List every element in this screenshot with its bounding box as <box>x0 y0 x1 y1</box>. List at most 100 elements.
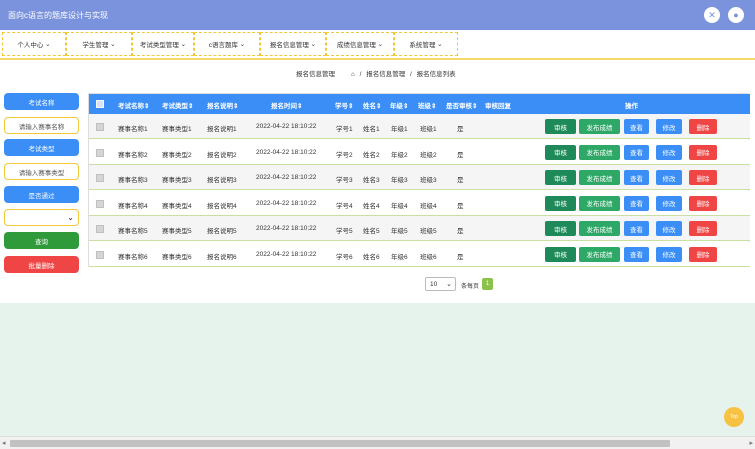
delete-button[interactable]: 删除 <box>689 119 717 134</box>
delete-button[interactable]: 删除 <box>689 170 717 185</box>
table-row: 赛事名称6 赛事类型6 报名说明6 2022-04-22 18:10:22 学号6 姓名6… <box>89 241 750 267</box>
nav-item-registration-management[interactable]: 报名信息管理 ⌄ <box>260 32 326 56</box>
review-button[interactable]: 审核 <box>545 119 576 134</box>
cell-exam-type: 赛事类型5 <box>162 228 192 235</box>
col-reviewed[interactable]: 是否审核⇕ <box>446 100 477 110</box>
nav-item-system-management[interactable]: 系统管理 ⌄ <box>394 32 458 56</box>
select-all-checkbox[interactable] <box>96 100 104 108</box>
exam-type-input[interactable]: 请输入赛事类型 <box>4 163 79 180</box>
cell-reviewed: 是 <box>457 228 464 235</box>
col-class[interactable]: 班级⇕ <box>418 100 436 110</box>
review-button[interactable]: 审核 <box>545 221 576 236</box>
nav-item-student-management[interactable]: 学生管理 ⌄ <box>66 32 132 56</box>
scroll-left-icon[interactable]: ◂ <box>2 439 6 447</box>
delete-button[interactable]: 删除 <box>689 246 717 262</box>
col-student-name[interactable]: 姓名⇕ <box>363 100 381 110</box>
chevron-down-icon: ⌄ <box>446 281 452 288</box>
row-checkbox[interactable] <box>96 123 104 131</box>
row-checkbox[interactable] <box>96 148 104 157</box>
review-button[interactable]: 审核 <box>545 246 576 262</box>
col-exam-name[interactable]: 考试名称⇕ <box>118 100 149 110</box>
chevron-down-icon: ⌄ <box>67 213 74 222</box>
cell-exam-name: 赛事名称5 <box>118 228 148 235</box>
cell-reviewed: 是 <box>457 202 464 210</box>
delete-button[interactable]: 删除 <box>689 144 717 160</box>
view-button[interactable]: 查看 <box>624 119 649 134</box>
publish-score-button[interactable]: 发布成绩 <box>579 170 620 185</box>
page-size-label: 条每页 <box>461 284 480 290</box>
cell-exam-type: 赛事类型4 <box>162 202 192 210</box>
publish-score-button[interactable]: 发布成绩 <box>579 246 620 262</box>
delete-button[interactable]: 删除 <box>689 221 717 236</box>
pass-status-select[interactable]: ⌄ <box>4 209 79 226</box>
nav-item-score-management[interactable]: 成绩信息管理 ⌄ <box>326 32 394 56</box>
batch-delete-button[interactable]: 批量删除 <box>4 256 79 273</box>
cell-grade: 年级4 <box>391 202 408 210</box>
col-reg-desc[interactable]: 报名说明⇕ <box>207 100 238 110</box>
query-button[interactable]: 查询 <box>4 232 79 249</box>
nav-item-exam-type-management[interactable]: 考试类型管理 ⌄ <box>132 32 194 56</box>
edit-button[interactable]: 修改 <box>656 246 682 262</box>
edit-button[interactable]: 修改 <box>656 195 682 211</box>
cell-student-name: 姓名4 <box>363 202 380 210</box>
col-review-reply: 审核回复 <box>485 103 511 110</box>
view-button[interactable]: 查看 <box>624 170 649 185</box>
breadcrumb: 报名信息管理 ⌂ / 报名信息管理 / 报名信息列表 <box>296 71 456 78</box>
horizontal-scrollbar[interactable]: ◂ ▸ <box>0 436 755 449</box>
col-grade[interactable]: 年级⇕ <box>390 100 408 110</box>
cell-exam-name: 赛事名称6 <box>118 253 148 261</box>
edit-button[interactable]: 修改 <box>656 119 682 134</box>
cell-reg-desc: 报名说明3 <box>207 177 237 184</box>
row-checkbox[interactable] <box>96 174 104 182</box>
nav-item-personal-center[interactable]: 个人中心 ⌄ <box>2 32 66 56</box>
view-button[interactable]: 查看 <box>624 246 649 262</box>
cell-student-name: 姓名5 <box>363 228 380 235</box>
table-row: 赛事名称1 赛事类型1 报名说明1 2022-04-22 18:10:22 学号1 姓名1… <box>89 114 750 139</box>
cell-grade: 年级2 <box>391 151 408 159</box>
col-reg-time[interactable]: 报名时间⇕ <box>271 100 302 110</box>
col-student-id[interactable]: 学号⇕ <box>335 100 353 110</box>
current-page-button[interactable]: 1 <box>482 278 493 290</box>
breadcrumb-title: 报名信息管理 <box>296 71 335 78</box>
publish-score-button[interactable]: 发布成绩 <box>579 119 620 134</box>
cell-reg-time: 2022-04-22 18:10:22 <box>256 199 317 207</box>
row-checkbox[interactable] <box>96 225 104 233</box>
table-row: 赛事名称5 赛事类型5 报名说明5 2022-04-22 18:10:22 学号5 姓名5… <box>89 216 750 241</box>
edit-button[interactable]: 修改 <box>656 170 682 185</box>
delete-button[interactable]: 删除 <box>689 195 717 211</box>
back-to-top-button[interactable]: Top <box>724 407 744 427</box>
review-button[interactable]: 审核 <box>545 195 576 211</box>
publish-score-button[interactable]: 发布成绩 <box>579 221 620 236</box>
publish-score-button[interactable]: 发布成绩 <box>579 195 620 211</box>
cell-reg-desc: 报名说明4 <box>207 202 237 210</box>
review-button[interactable]: 审核 <box>545 170 576 185</box>
cell-reg-desc: 报名说明1 <box>207 126 237 133</box>
breadcrumb-level-1[interactable]: 报名信息管理 <box>366 71 405 78</box>
row-checkbox[interactable] <box>96 250 104 259</box>
row-checkbox[interactable] <box>96 199 104 208</box>
exam-name-input[interactable]: 请输入赛事名称 <box>4 117 79 134</box>
col-exam-type[interactable]: 考试类型⇕ <box>162 100 193 110</box>
view-button[interactable]: 查看 <box>624 221 649 236</box>
publish-score-button[interactable]: 发布成绩 <box>579 144 620 160</box>
cell-exam-type: 赛事类型2 <box>162 151 192 159</box>
cell-reviewed: 是 <box>457 126 464 133</box>
cell-grade: 年级5 <box>391 228 408 235</box>
cell-student-name: 姓名2 <box>363 151 380 159</box>
nav-item-c-question-bank[interactable]: c语言题库 ⌄ <box>194 32 260 56</box>
cell-reg-desc: 报名说明2 <box>207 151 237 159</box>
cell-student-id: 学号1 <box>336 126 353 133</box>
close-circle-icon[interactable]: ✕ <box>704 7 720 23</box>
review-button[interactable]: 审核 <box>545 144 576 160</box>
scrollbar-thumb[interactable] <box>10 440 670 447</box>
view-button[interactable]: 查看 <box>624 195 649 211</box>
cell-reg-time: 2022-04-22 18:10:22 <box>256 123 317 130</box>
edit-button[interactable]: 修改 <box>656 221 682 236</box>
scroll-right-icon[interactable]: ▸ <box>749 439 753 447</box>
user-avatar-icon[interactable]: ● <box>728 7 744 23</box>
view-button[interactable]: 查看 <box>624 144 649 160</box>
home-icon[interactable]: ⌂ <box>351 71 355 78</box>
edit-button[interactable]: 修改 <box>656 144 682 160</box>
breadcrumb-level-2: 报名信息列表 <box>416 71 456 78</box>
page-size-select[interactable]: 10 ⌄ <box>425 277 456 291</box>
